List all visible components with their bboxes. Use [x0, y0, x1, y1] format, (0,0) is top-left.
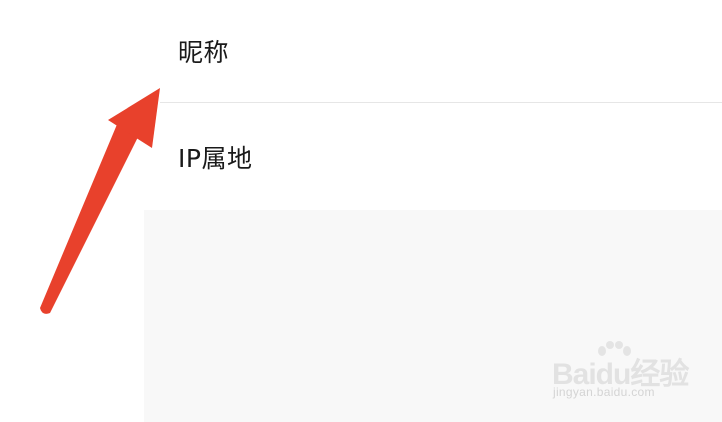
baidu-jingyan-watermark: Baidu经验 jingyan.baidu.com: [552, 341, 692, 405]
settings-list: 昵称 IP属地: [0, 0, 722, 210]
ip-location-label: IP属地: [178, 143, 253, 173]
nickname-label: 昵称: [178, 38, 230, 67]
watermark-url: jingyan.baidu.com: [553, 385, 655, 399]
settings-row-ip-location[interactable]: IP属地: [0, 103, 722, 210]
settings-row-nickname[interactable]: 昵称: [0, 0, 722, 102]
